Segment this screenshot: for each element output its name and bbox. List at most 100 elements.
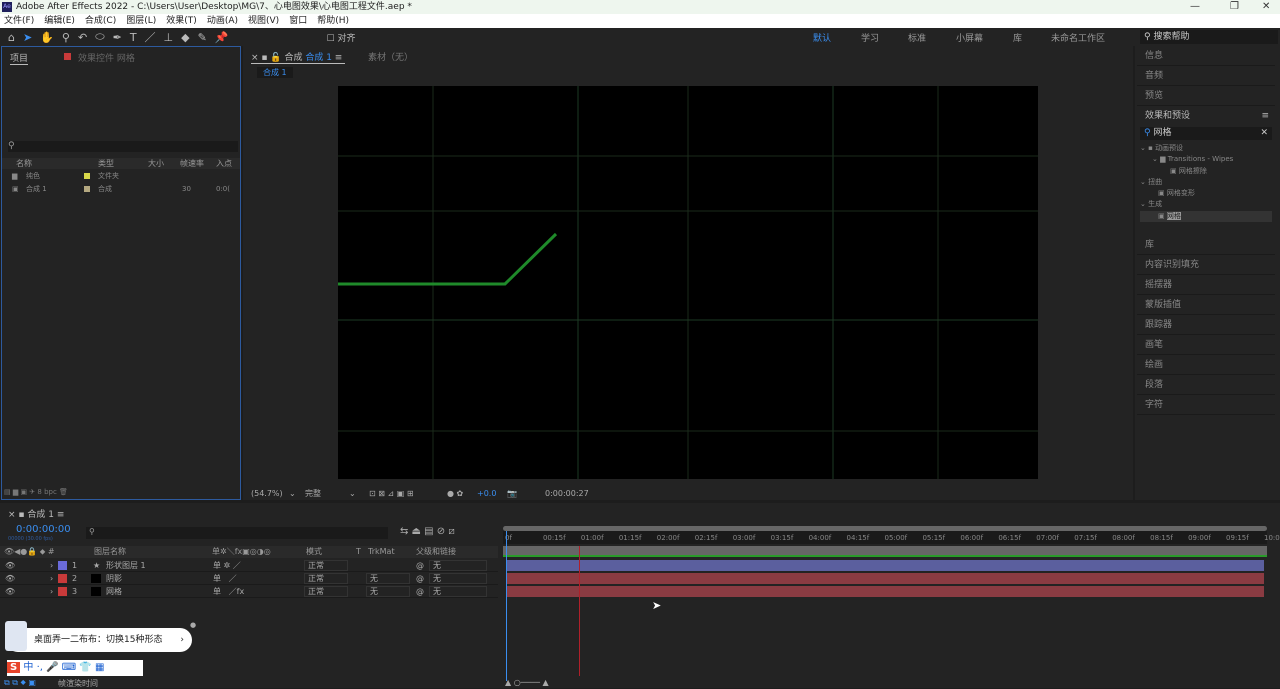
col-layer-name[interactable]: 图层名称 — [94, 546, 126, 558]
workspace-small-screen[interactable]: 小屏幕 — [956, 31, 983, 44]
panel-brushes[interactable]: 画笔 — [1137, 335, 1275, 355]
roto-tool-icon[interactable]: ✎ — [198, 31, 207, 44]
work-area-bar[interactable] — [503, 546, 1267, 555]
pin-tool-icon[interactable]: 📌 — [215, 31, 229, 44]
clear-search-icon[interactable]: ✕ — [1260, 127, 1268, 140]
menu-help[interactable]: 帮助(H) — [317, 14, 349, 28]
layer-bar-1[interactable] — [507, 560, 1264, 571]
viewer-timecode[interactable]: 0:00:00:27 — [545, 487, 589, 500]
trkmat-select[interactable]: 无 — [366, 586, 410, 597]
visibility-icon[interactable]: 👁 — [5, 585, 15, 598]
menu-icon[interactable]: ≡ — [1261, 106, 1269, 126]
timeline-tab[interactable]: × ▪ 合成 1 ≡ — [8, 507, 64, 520]
tree-item[interactable]: ⌄ ▪ 动画预设 — [1140, 143, 1272, 154]
home-icon[interactable]: ⌂ — [8, 31, 15, 44]
quality-select[interactable]: 完整 — [305, 487, 321, 500]
workspace-learn[interactable]: 学习 — [861, 31, 879, 44]
layer-name[interactable]: 网格 — [106, 585, 122, 598]
pickwhip-icon[interactable]: @ — [416, 572, 424, 585]
comp-canvas[interactable] — [338, 86, 1038, 479]
workspace-default[interactable]: 默认 — [813, 31, 831, 44]
tree-item[interactable]: ⌄ 扭曲 — [1140, 177, 1272, 188]
exposure-value[interactable]: +0.0 — [477, 487, 496, 500]
layer-bar-2[interactable] — [507, 573, 1264, 584]
project-item[interactable]: ▆ 纯色 文件夹 — [2, 171, 242, 182]
project-tab[interactable]: 项目 — [10, 51, 29, 65]
panel-library[interactable]: 库 — [1137, 235, 1275, 255]
layer-name[interactable]: 阴影 — [106, 572, 122, 585]
minimize-icon[interactable]: — — [1190, 0, 1200, 14]
panel-character[interactable]: 字符 — [1137, 395, 1275, 415]
tree-item[interactable]: ▣ 网格擦除 — [1140, 166, 1272, 177]
trkmat-select[interactable]: 无 — [366, 573, 410, 584]
timeline-zoom-slider[interactable]: ▲ ○──── ▲ — [505, 678, 549, 687]
panel-effects-presets[interactable]: 效果和预设 ≡ — [1137, 106, 1275, 126]
menu-view[interactable]: 视图(V) — [248, 14, 279, 28]
snap-checkbox[interactable]: ☐ 对齐 — [327, 31, 356, 44]
label-color[interactable] — [58, 561, 67, 570]
workspace-unnamed[interactable]: 未命名工作区 — [1051, 31, 1105, 44]
panel-info[interactable]: 信息 — [1137, 46, 1275, 66]
project-item[interactable]: ▣ 合成 1 合成 30 0:0( — [2, 184, 242, 195]
maximize-icon[interactable]: ❐ — [1230, 0, 1239, 14]
panel-wiggler[interactable]: 摇摆器 — [1137, 275, 1275, 295]
comp-breadcrumb[interactable]: 合成 1 — [257, 67, 293, 78]
tree-item[interactable]: ⌄ ▆ Transitions - Wipes — [1140, 154, 1272, 165]
visibility-icon[interactable]: 👁 — [5, 572, 15, 585]
layer-name[interactable]: 形状图层 1 — [106, 559, 146, 572]
panel-audio[interactable]: 音频 — [1137, 66, 1275, 86]
panel-paragraph[interactable]: 段落 — [1137, 375, 1275, 395]
col-type[interactable]: 类型 — [98, 158, 114, 169]
layer-switches[interactable]: 单 ／fx — [213, 585, 244, 598]
menu-layer[interactable]: 图层(L) — [126, 14, 156, 28]
col-name[interactable]: 名称 — [16, 158, 32, 169]
snapshot-icon[interactable]: 📷 — [507, 487, 517, 500]
stamp-tool-icon[interactable]: ⊥ — [164, 31, 174, 44]
bpc-button[interactable]: 8 bpc — [37, 488, 56, 496]
project-search-input[interactable]: ⚲ — [8, 141, 238, 152]
shape-tool-icon[interactable]: ⬭ — [95, 30, 104, 44]
menu-edit[interactable]: 编辑(E) — [44, 14, 75, 28]
layer-switches[interactable]: 单 ✲ ／ — [213, 559, 241, 572]
effects-search-input[interactable]: ⚲ 网格 ✕ — [1140, 127, 1272, 140]
layer-row[interactable]: 👁 › 2 阴影 单 ／ 正常 无 @ 无 — [0, 572, 498, 585]
close-icon[interactable]: ✕ — [1262, 0, 1270, 14]
col-parent[interactable]: 父级和链接 — [416, 546, 456, 558]
panel-mask-interpolation[interactable]: 蒙版插值 — [1137, 295, 1275, 315]
label-color[interactable] — [58, 587, 67, 596]
ime-tools-icons[interactable]: ·, 🎤 ⌨ 👕 ▦ — [37, 662, 105, 673]
interpret-icon[interactable]: ▤ ▆ ▣ ✈ — [4, 488, 35, 496]
col-mode[interactable]: 模式 — [306, 546, 322, 558]
mode-select[interactable]: 正常 — [304, 560, 348, 571]
menu-composition[interactable]: 合成(C) — [85, 14, 116, 28]
comp-tab[interactable]: × ▪ 🔓 合成 合成 1 ≡ — [251, 50, 345, 64]
layer-row[interactable]: 👁 › 3 网格 单 ／fx 正常 无 @ 无 — [0, 585, 498, 598]
tree-item[interactable]: ▣ 网格变形 — [1140, 188, 1272, 199]
ime-mode-toggle[interactable]: 中 — [23, 662, 33, 673]
col-in[interactable]: 入点 — [216, 158, 232, 169]
panel-content-aware-fill[interactable]: 内容识别填充 — [1137, 255, 1275, 275]
layer-bar-3[interactable] — [507, 586, 1264, 597]
brush-tool-icon[interactable]: ／ — [145, 29, 156, 45]
menu-effect[interactable]: 效果(T) — [166, 14, 197, 28]
desktop-pet-notification[interactable]: 桌面弄一二布布：切换15种形态 › — [6, 628, 192, 652]
pickwhip-icon[interactable]: @ — [416, 559, 424, 572]
timeline-footer-icons[interactable]: ⧉ ⧉ ⬥ ▣ — [4, 678, 36, 688]
footage-tab[interactable]: 素材（无） — [368, 50, 413, 63]
timeline-search-input[interactable]: ⚲ — [86, 527, 388, 539]
hand-tool-icon[interactable]: ✋ — [40, 31, 54, 44]
workspace-library[interactable]: 库 — [1013, 31, 1022, 44]
col-trkmat[interactable]: TrkMat — [368, 546, 395, 558]
menu-window[interactable]: 窗口 — [289, 14, 307, 28]
effect-controls-tab[interactable]: 效果控件 网格 — [78, 51, 135, 64]
help-search-input[interactable]: ⚲ 搜索帮助 — [1140, 30, 1278, 44]
timeline-switches-icons[interactable]: ⇆ ⏏ ▤ ⊘ ⧄ — [400, 526, 455, 537]
chevron-right-icon[interactable]: › — [180, 628, 184, 652]
current-time[interactable]: 0:00:00:00 — [16, 524, 71, 535]
panel-tracker[interactable]: 跟踪器 — [1137, 315, 1275, 335]
col-size[interactable]: 大小 — [148, 158, 164, 169]
panel-paint[interactable]: 绘画 — [1137, 355, 1275, 375]
selection-tool-icon[interactable]: ➤ — [23, 31, 32, 44]
trash-icon[interactable]: 🗑 — [59, 488, 68, 496]
pet-avatar[interactable] — [5, 621, 27, 651]
